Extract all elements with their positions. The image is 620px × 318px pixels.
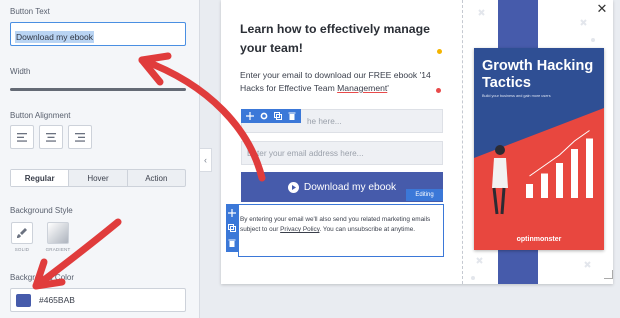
background-color-field[interactable]: #465BAB [10, 288, 186, 312]
book-bar [556, 163, 563, 198]
duplicate-icon[interactable] [226, 222, 238, 234]
popup-subtext[interactable]: Enter your email to download our FREE eb… [240, 69, 450, 95]
trash-icon[interactable] [286, 110, 298, 122]
color-swatch[interactable] [16, 293, 31, 307]
bg-style-solid-caption: SOLID [14, 247, 30, 252]
book-bar [526, 184, 533, 198]
align-right-icon [75, 132, 85, 142]
bg-style-gradient[interactable]: GRADIENT [46, 222, 70, 252]
duplicate-icon[interactable] [272, 110, 284, 122]
align-right-button[interactable] [68, 125, 92, 149]
background-style-options: SOLID GRADIENT [10, 222, 70, 252]
align-left-icon [17, 132, 27, 142]
book-subtitle: Build your business and gain more users [482, 94, 551, 98]
privacy-policy-link[interactable]: Privacy Policy [280, 226, 319, 233]
popup-divider [462, 0, 463, 284]
bg-style-solid-button[interactable] [11, 222, 33, 244]
disclaimer-text[interactable]: By entering your email we'll also send y… [240, 215, 442, 235]
tab-regular[interactable]: Regular [11, 170, 70, 186]
book-logo: optinmonster [516, 236, 562, 243]
book-figure-body [492, 158, 508, 188]
move-icon[interactable] [226, 207, 238, 219]
tab-action[interactable]: Action [128, 170, 185, 186]
button-text-input[interactable]: Download my ebook [10, 22, 186, 46]
trash-icon[interactable] [226, 237, 238, 249]
background-color-label: Background Color [10, 273, 75, 282]
width-slider[interactable] [10, 88, 186, 91]
background-style-label: Background Style [10, 206, 73, 215]
button-text-value: Download my ebook [15, 31, 95, 43]
tab-hover[interactable]: Hover [69, 170, 128, 186]
background-color-value: #465BAB [39, 295, 75, 305]
book-bar [586, 138, 593, 198]
book-title: Growth Hacking Tactics [482, 58, 594, 91]
cta-label: Download my ebook [303, 181, 397, 193]
bg-style-solid[interactable]: SOLID [10, 222, 34, 252]
button-state-tabs: Regular Hover Action [10, 169, 186, 187]
subtext-prefix: Enter your email to download our FREE eb… [240, 70, 431, 93]
disclaimer-suffix: . You can unsubscribe at anytime. [319, 226, 416, 233]
resize-handle[interactable] [604, 270, 613, 279]
paint-brush-icon [17, 228, 27, 238]
gear-icon[interactable] [258, 110, 270, 122]
bg-style-gradient-caption: GRADIENT [45, 247, 71, 252]
play-circle-icon [287, 181, 299, 193]
subtext-suffix: ' [387, 83, 389, 93]
close-icon[interactable]: ✕ [594, 2, 610, 16]
book-figure-head [495, 145, 505, 155]
name-field-placeholder: he here... [307, 116, 342, 126]
book-bar [571, 149, 578, 198]
block-toolbar [226, 204, 238, 252]
chevron-left-icon: ‹ [204, 155, 207, 165]
deco-dot-red [436, 88, 441, 93]
align-center-button[interactable] [39, 125, 63, 149]
ebook-cover: Growth Hacking Tactics Build your busine… [474, 48, 604, 250]
field-toolbar [241, 109, 301, 123]
editor-sidebar: Button Text Download my ebook Width Butt… [0, 0, 200, 318]
email-field-placeholder: Enter your email address here... [247, 148, 364, 158]
align-center-icon [46, 132, 56, 142]
gradient-icon[interactable] [47, 222, 69, 244]
button-text-label: Button Text [10, 7, 50, 16]
align-left-button[interactable] [10, 125, 34, 149]
book-bar [541, 173, 548, 198]
editing-badge: Editing [406, 189, 443, 201]
width-label: Width [10, 67, 31, 76]
popup-headline[interactable]: Learn how to effectively manage your tea… [240, 20, 454, 58]
move-icon[interactable] [244, 110, 256, 122]
subtext-underlined: Management [337, 83, 388, 93]
deco-dot-yellow [437, 49, 442, 54]
email-field[interactable]: Enter your email address here... [241, 141, 443, 165]
alignment-label: Button Alignment [10, 111, 71, 120]
collapse-sidebar-button[interactable]: ‹ [200, 148, 212, 172]
alignment-options [10, 125, 92, 149]
